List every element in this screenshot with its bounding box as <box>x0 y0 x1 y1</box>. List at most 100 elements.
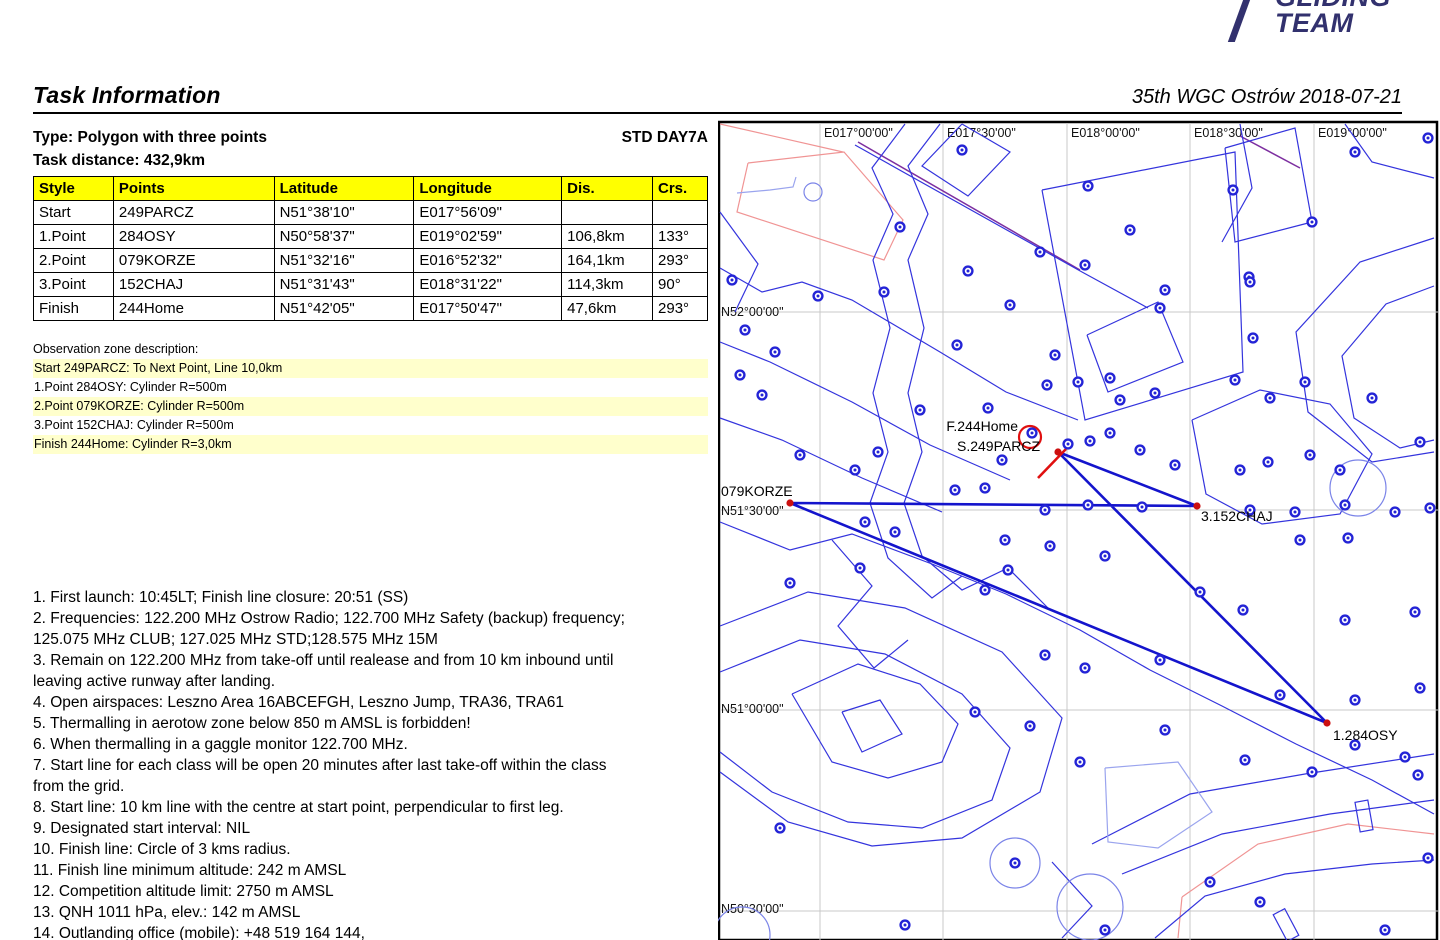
notes-list: 1. First launch: 10:45LT; Finish line cl… <box>33 587 721 940</box>
waypoint-marker-dot <box>1298 538 1302 542</box>
waypoint-marker-dot <box>1241 608 1245 612</box>
table-cell: E016°52'32" <box>413 248 563 273</box>
table-cell: 90° <box>652 272 708 297</box>
waypoint-marker-dot <box>1103 554 1107 558</box>
waypoint-marker-dot <box>1338 468 1342 472</box>
waypoint-marker-dot <box>1248 280 1252 284</box>
turnpoint-dot <box>1323 719 1331 727</box>
table-cell: E019°02'59" <box>413 224 563 249</box>
waypoint-marker-dot <box>1138 448 1142 452</box>
waypoint-marker-dot <box>1418 440 1422 444</box>
table-row: Finish 244Home N51°42'05" E017°50'47" 47,6km… <box>33 296 708 321</box>
waypoint-marker-dot <box>898 225 902 229</box>
column-header: Latitude <box>273 176 415 201</box>
waypoint-marker-dot <box>730 278 734 282</box>
note-item: 1. First launch: 10:45LT; Finish line cl… <box>33 589 409 606</box>
waypoint-marker-dot <box>953 488 957 492</box>
waypoint-marker-dot <box>778 826 782 830</box>
note-item: 10. Finish line: Circle of 3 kms radius. <box>33 841 291 858</box>
waypoint-marker-dot <box>1163 288 1167 292</box>
waypoint-marker-dot <box>1251 336 1255 340</box>
waypoint-marker-dot <box>1083 263 1087 267</box>
waypoint-marker-dot <box>1343 503 1347 507</box>
waypoint-marker-dot <box>853 468 857 472</box>
table-cell: Start <box>33 200 114 225</box>
waypoint-marker-dot <box>1008 303 1012 307</box>
waypoint-marker-dot <box>1243 758 1247 762</box>
table-cell: N51°42'05" <box>273 296 415 321</box>
waypoint-marker-dot <box>1045 383 1049 387</box>
waypoint-marker-dot <box>1053 353 1057 357</box>
task-point-label: 3.152CHAJ <box>1201 508 1273 524</box>
waypoint-marker-dot <box>1108 431 1112 435</box>
competition-title: 35th WGC Ostrów 2018-07-21 <box>1131 86 1402 108</box>
waypoint-marker-dot <box>798 453 802 457</box>
note-item: 11. Finish line minimum altitude: 242 m … <box>33 862 347 879</box>
table-cell: 2.Point <box>33 248 114 273</box>
waypoint-marker-dot <box>1258 900 1262 904</box>
longitude-label: E018°00'00" <box>1071 126 1140 140</box>
note-item: 12. Competition altitude limit: 2750 m A… <box>33 883 334 900</box>
table-cell: 293° <box>652 296 708 321</box>
task-point-label: 1.284OSY <box>1333 727 1398 743</box>
task-distance-label: Task distance: 432,9km <box>33 152 206 169</box>
table-cell: E017°50'47" <box>413 296 563 321</box>
note-item: 9. Designated start interval: NIL <box>33 820 251 837</box>
waypoint-marker-dot <box>1153 391 1157 395</box>
waypoint-marker-dot <box>1003 538 1007 542</box>
task-point-label: S.249PARCZ <box>957 438 1040 454</box>
waypoint-marker-dot <box>1043 508 1047 512</box>
waypoint-marker-dot <box>1198 590 1202 594</box>
waypoint-marker-dot <box>1353 150 1357 154</box>
waypoint-marker-dot <box>1393 510 1397 514</box>
waypoint-marker-dot <box>960 148 964 152</box>
logo-slash-icon <box>1227 0 1256 42</box>
waypoint-marker-dot <box>983 486 987 490</box>
waypoint-marker-dot <box>1266 460 1270 464</box>
waypoint-marker-dot <box>1308 453 1312 457</box>
note-item: 7. Start line for each class will be ope… <box>33 757 607 795</box>
waypoint-marker-dot <box>1158 658 1162 662</box>
table-cell: 293° <box>652 248 708 273</box>
note-item: 8. Start line: 10 km line with the centr… <box>33 799 564 816</box>
table-cell: 152CHAJ <box>112 272 275 297</box>
waypoint-marker-dot <box>876 450 880 454</box>
waypoint-marker-dot <box>858 566 862 570</box>
table-header-row: Style Points Latitude Longitude Dis. Crs. <box>33 176 708 201</box>
waypoint-marker-dot <box>1048 544 1052 548</box>
waypoint-marker-dot <box>1310 770 1314 774</box>
waypoint-marker-dot <box>1088 439 1092 443</box>
column-header: Longitude <box>413 176 563 201</box>
waypoint-marker-dot <box>816 294 820 298</box>
waypoint-marker-dot <box>1303 380 1307 384</box>
latitude-label: N51°30'00" <box>721 504 784 518</box>
map-border <box>718 120 1439 940</box>
column-header: Points <box>112 176 275 201</box>
table-cell <box>561 200 654 225</box>
turnpoint-dot <box>1193 502 1201 510</box>
waypoint-marker-dot <box>1076 380 1080 384</box>
waypoint-marker-dot <box>973 710 977 714</box>
table-cell: E017°56'09" <box>413 200 563 225</box>
note-item: 6. When thermalling in a gaggle monitor … <box>33 736 408 753</box>
note-item: 14. Outlanding office (mobile): +48 519 … <box>33 925 365 940</box>
column-header: Style <box>33 176 114 201</box>
table-cell: 249PARCZ <box>112 200 275 225</box>
table-cell: N51°32'16" <box>273 248 415 273</box>
waypoint-marker-dot <box>983 588 987 592</box>
waypoint-marker-dot <box>760 393 764 397</box>
waypoint-marker-dot <box>966 269 970 273</box>
waypoint-marker-dot <box>1353 743 1357 747</box>
waypoint-marker-dot <box>1140 505 1144 509</box>
waypoint-marker-dot <box>1013 861 1017 865</box>
waypoint-marker-dot <box>1413 610 1417 614</box>
table-cell: 164,1km <box>561 248 654 273</box>
waypoint-marker-dot <box>1103 928 1107 932</box>
table-cell: 114,3km <box>561 272 654 297</box>
logo-text: GLIDING TEAM <box>1275 0 1391 42</box>
waypoint-marker-dot <box>1083 666 1087 670</box>
table-cell: 079KORZE <box>112 248 275 273</box>
waypoint-marker-dot <box>1370 396 1374 400</box>
table-row: 1.Point 284OSY N50°58'37" E019°02'59" 106,8k… <box>33 224 708 249</box>
latitude-label: N51°00'00" <box>721 702 784 716</box>
